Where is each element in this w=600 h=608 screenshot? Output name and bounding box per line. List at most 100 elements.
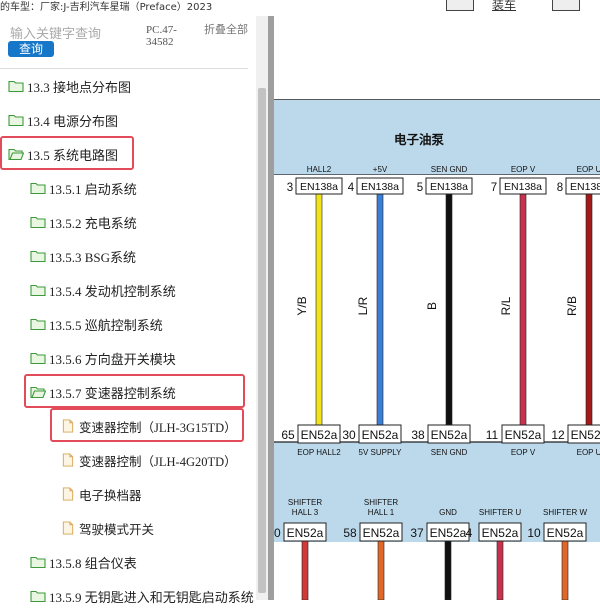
- search-bar: 查询 PC.47-34582 折叠全部: [0, 16, 248, 69]
- document-icon: [62, 453, 74, 467]
- pin-function-label: SHIFTER U: [479, 508, 521, 517]
- wire-color-label: B: [425, 302, 439, 310]
- folder-icon: [30, 216, 46, 229]
- toolbar-link[interactable]: 装车: [492, 0, 516, 13]
- connector-id: EN138a: [504, 181, 542, 193]
- tree-item[interactable]: 13.5.5 巡航控制系统: [30, 312, 163, 336]
- folder-icon: [30, 556, 46, 569]
- pin-number: 65: [281, 428, 295, 442]
- wire-color-label: Y/B: [295, 296, 309, 315]
- connector-id: EN138a: [361, 181, 399, 193]
- pin-number: 58: [343, 526, 357, 540]
- connector-id: EN52a: [431, 428, 468, 442]
- tree-item-label: 13.5.5 巡航控制系统: [49, 317, 163, 333]
- folder-icon: [30, 352, 46, 365]
- pin-number: 37: [410, 526, 424, 540]
- connector-id: EN52a: [287, 526, 324, 540]
- tree-item[interactable]: 13.4 电源分布图: [8, 108, 118, 132]
- connector-id: EN138a: [430, 181, 468, 193]
- wire: [519, 193, 527, 433]
- pin-number: 11: [486, 428, 499, 442]
- wire: [561, 540, 569, 601]
- pin-function-label: EOP U: [577, 448, 600, 457]
- toolbar-button[interactable]: [552, 0, 580, 11]
- wire-color-label: R/L: [499, 296, 513, 315]
- tree-item[interactable]: 13.5.1 启动系统: [30, 176, 137, 200]
- connector-id: EN52a: [547, 526, 584, 540]
- tree-item-label: 驾驶模式开关: [79, 522, 155, 537]
- tree-item-label: 13.5.1 启动系统: [49, 181, 137, 197]
- tree-item[interactable]: 电子换档器: [60, 482, 142, 506]
- folder-icon: [8, 114, 24, 127]
- pin-number: 38: [411, 428, 425, 442]
- pin-number: 4: [348, 182, 355, 194]
- folder-icon: [8, 80, 24, 93]
- tree-item-label: 13.3 接地点分布图: [27, 79, 132, 95]
- tree-item[interactable]: 13.5.9 无钥匙进入和无钥匙启动系统: [30, 584, 254, 608]
- connector-id: EN52a: [363, 526, 400, 540]
- tree-item-label: 13.5.8 组合仪表: [49, 555, 137, 571]
- vehicle-info-bar: 的车型：厂家:J-吉利汽车星瑞（Preface）2023: [0, 0, 270, 16]
- pin-function-label: 5V SUPPLY: [359, 448, 403, 457]
- document-icon: [62, 487, 74, 501]
- tree-item[interactable]: 变速器控制（JLH-4G20TD）: [60, 448, 237, 472]
- tree-item[interactable]: 13.5.2 充电系统: [30, 210, 137, 234]
- tree-item[interactable]: 驾驶模式开关: [60, 516, 154, 540]
- search-button[interactable]: 查询: [8, 41, 54, 57]
- tree-item-label: 变速器控制（JLH-4G20TD）: [79, 454, 237, 469]
- pin-function-label: SHIFTER: [288, 498, 322, 507]
- wire: [377, 540, 385, 601]
- pin-function-label: EOP V: [511, 448, 536, 457]
- wire: [585, 193, 593, 433]
- pin-function-label: EOP U: [577, 165, 600, 174]
- toolbar-button[interactable]: [446, 0, 474, 11]
- pin-number: 10: [527, 526, 541, 540]
- lower-wire-area: [274, 541, 600, 600]
- connector-id: EN52a: [430, 526, 467, 540]
- connector-id: EN138a: [300, 181, 338, 193]
- wire: [445, 193, 453, 433]
- folder-icon: [30, 318, 46, 331]
- wire: [315, 193, 323, 433]
- pin-function-label: SHIFTER W: [543, 508, 587, 517]
- tree-item-label: 电子换档器: [79, 488, 142, 503]
- scrollbar-thumb[interactable]: [258, 88, 266, 593]
- wire: [376, 193, 384, 433]
- pin-number: 4: [466, 526, 473, 540]
- tree-item[interactable]: 13.3 接地点分布图: [8, 74, 131, 98]
- toolbar: 装车: [270, 0, 600, 16]
- pin-function-label: SEN GND: [431, 448, 468, 457]
- folder-icon: [30, 590, 46, 603]
- tree-item[interactable]: 13.5.4 发动机控制系统: [30, 278, 176, 302]
- connector-id: EN52a: [362, 428, 399, 442]
- pin-number: 3: [287, 182, 293, 194]
- collapse-all-link[interactable]: 折叠全部: [204, 24, 248, 36]
- highlight-box: [0, 136, 134, 170]
- connector-id: EN52a: [482, 526, 519, 540]
- pin-number: 8: [557, 182, 563, 194]
- pin-function-label: SEN GND: [431, 165, 468, 174]
- tree-item-label: 13.5.9 无钥匙进入和无钥匙启动系统: [49, 589, 254, 605]
- folder-icon: [30, 284, 46, 297]
- tree-item[interactable]: 13.5.6 方向盘开关模块: [30, 346, 176, 370]
- pin-function-label: +5V: [373, 165, 388, 174]
- folder-icon: [30, 250, 46, 263]
- highlight-box: [50, 408, 244, 442]
- pin-function-label: SHIFTER: [364, 498, 398, 507]
- pin-number: 30: [342, 428, 356, 442]
- wiring-diagram: 电子油泵 HALL2 Y/B EN138a 3 +5V L/R EN138a 4 SEN GND B…: [267, 16, 600, 601]
- connector-id: EN52a: [505, 428, 542, 442]
- connector-id: EN138a: [570, 181, 600, 193]
- wire: [301, 540, 309, 601]
- pin-function-label: EOP HALL2: [297, 448, 341, 457]
- pin-function-label: EOP V: [511, 165, 536, 174]
- tree-item-label: 13.5.2 充电系统: [49, 215, 137, 231]
- tree-item-label: 13.5.3 BSG系统: [49, 249, 137, 265]
- highlight-box: [24, 374, 245, 408]
- tree-item[interactable]: 13.5.3 BSG系统: [30, 244, 136, 268]
- tree-item[interactable]: 13.5.8 组合仪表: [30, 550, 137, 574]
- document-code: PC.47-34582: [146, 24, 177, 48]
- wire: [444, 540, 452, 601]
- pin-function-label: HALL2: [307, 165, 332, 174]
- document-icon: [62, 521, 74, 535]
